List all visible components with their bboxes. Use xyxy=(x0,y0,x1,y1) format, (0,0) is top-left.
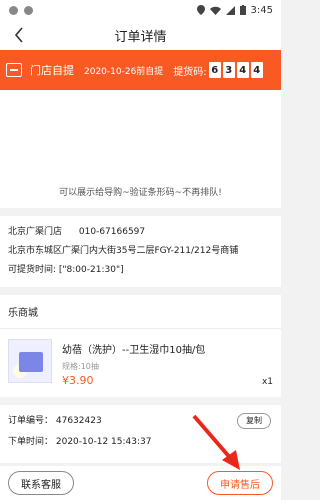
order-time: 下单时间： 2020-10-12 15:43:37 xyxy=(8,437,152,447)
product-image xyxy=(8,339,52,383)
store-phone[interactable]: 010-67166597 xyxy=(79,227,145,237)
pickup-code: 6 3 4 4 xyxy=(208,62,263,78)
back-button[interactable] xyxy=(10,26,28,44)
status-time: 3:45 xyxy=(250,4,273,16)
product-price: ¥3.90 xyxy=(62,374,94,387)
bottom-bar: 联系客服 申请售后 xyxy=(0,466,281,500)
wifi-icon xyxy=(209,6,221,15)
product-name: 幼蓓（洗护）--卫生湿巾10抽/包 xyxy=(62,345,206,356)
pickup-banner: 门店自提 2020-10-26前自提 提货码: 6 3 4 4 xyxy=(0,50,281,90)
shop-name: 乐商城 xyxy=(0,295,281,329)
pickup-mode: 门店自提 xyxy=(30,64,74,77)
copy-button[interactable]: 复制 xyxy=(237,413,271,429)
store-name: 北京广渠门店 xyxy=(8,227,63,237)
pickup-date: 2020-10-26前自提 xyxy=(84,66,164,77)
pickup-code-digit: 3 xyxy=(222,62,235,78)
store-address: 北京市东城区广渠门内大街35号二层FGY-211/212号商铺 xyxy=(8,246,239,256)
pickup-code-label: 提货码: xyxy=(173,66,207,78)
store-info: 北京广渠门店 010-67166597 北京市东城区广渠门内大街35号二层FGY… xyxy=(0,216,281,287)
product-quantity: x1 xyxy=(261,377,273,387)
store-hours: 可提货时间: ["8:00-21:30"] xyxy=(8,265,124,275)
chevron-left-icon xyxy=(14,27,23,43)
product-spec: 规格:10抽 xyxy=(62,362,99,371)
goods-section: 乐商城 幼蓓（洗护）--卫生湿巾10抽/包 规格:10抽 ¥3.90 x1 xyxy=(0,295,281,397)
status-bar: 3:45 xyxy=(0,0,281,20)
store-name-row: 北京广渠门店 010-67166597 xyxy=(8,223,273,242)
signal-icon xyxy=(225,5,235,15)
status-right: 3:45 xyxy=(196,4,273,16)
store-icon xyxy=(6,63,22,77)
contact-service-button[interactable]: 联系客服 xyxy=(8,471,74,495)
app-notification-icon xyxy=(9,5,18,15)
product-info: 幼蓓（洗护）--卫生湿巾10抽/包 规格:10抽 ¥3.90 xyxy=(62,339,205,387)
pickup-code-digit: 6 xyxy=(208,62,221,78)
apply-aftersale-button[interactable]: 申请售后 xyxy=(207,471,273,495)
order-number: 订单编号： 47632423 xyxy=(8,416,102,426)
barcode-hint: 可以展示给导购~验证条形码~不再排队! xyxy=(59,188,222,198)
barcode-area: 可以展示给导购~验证条形码~不再排队! xyxy=(0,90,281,208)
nav-bar: 订单详情 xyxy=(0,20,281,50)
app-notification-icon xyxy=(24,5,33,15)
location-icon xyxy=(196,5,205,15)
pickup-code-digit: 4 xyxy=(236,62,249,78)
battery-icon xyxy=(239,5,246,15)
pickup-code-digit: 4 xyxy=(250,62,263,78)
order-item[interactable]: 幼蓓（洗护）--卫生湿巾10抽/包 规格:10抽 ¥3.90 x1 xyxy=(0,329,281,397)
order-info: 订单编号： 47632423 下单时间： 2020-10-12 15:43:37… xyxy=(0,405,281,463)
status-left xyxy=(9,5,33,15)
page-title: 订单详情 xyxy=(114,29,167,45)
